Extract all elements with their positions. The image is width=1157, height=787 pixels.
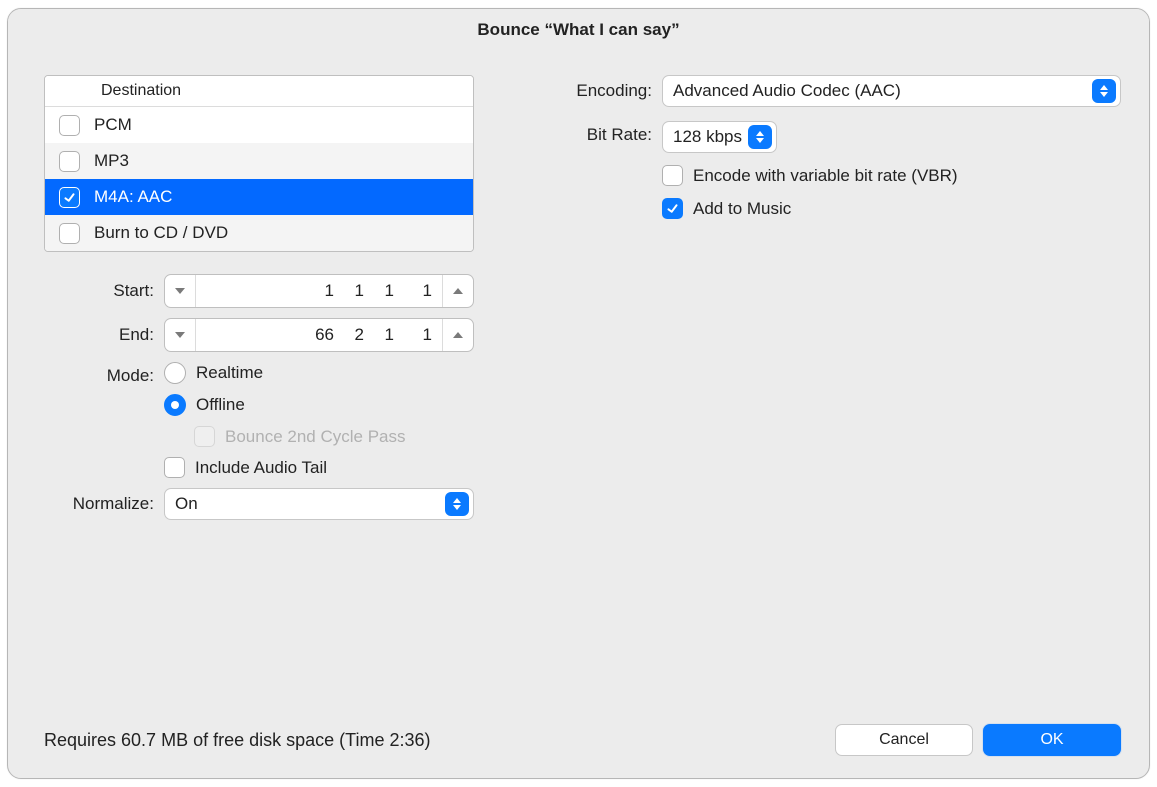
checkmark-icon (63, 191, 76, 204)
checkmark-icon (666, 202, 679, 215)
destination-checkbox[interactable] (59, 115, 80, 136)
destination-checkbox[interactable] (59, 151, 80, 172)
start-position-stepper[interactable]: 1 1 1 1 (164, 274, 474, 308)
ok-button[interactable]: OK (983, 724, 1121, 756)
start-decrement-button[interactable] (165, 275, 195, 307)
destination-row[interactable]: PCM (45, 107, 473, 143)
add-to-music-checkbox[interactable] (662, 198, 683, 219)
chevron-down-icon (175, 332, 185, 338)
chevron-up-icon (453, 288, 463, 294)
bounce-second-pass-checkbox (194, 426, 215, 447)
destination-listbox[interactable]: Destination PCM MP3 M4A: AAC Burn to CD / D… (44, 75, 474, 252)
popup-arrows-icon (748, 125, 772, 149)
chevron-down-icon (175, 288, 185, 294)
add-to-music-label: Add to Music (693, 199, 791, 219)
popup-arrows-icon (445, 492, 469, 516)
encoding-popup[interactable]: Advanced Audio Codec (AAC) (662, 75, 1121, 107)
start-increment-button[interactable] (443, 275, 473, 307)
destination-row[interactable]: M4A: AAC (45, 179, 473, 215)
include-audio-tail-label: Include Audio Tail (195, 458, 327, 478)
encoding-label: Encoding: (522, 81, 662, 101)
mode-realtime-label: Realtime (196, 363, 263, 383)
mode-label: Mode: (44, 362, 164, 386)
dialog-title: Bounce “What I can say” (8, 9, 1149, 51)
end-increment-button[interactable] (443, 319, 473, 351)
end-value[interactable]: 66 2 1 1 (196, 325, 442, 345)
bitrate-popup[interactable]: 128 kbps (662, 121, 777, 153)
bitrate-label: Bit Rate: (522, 121, 662, 145)
destination-row[interactable]: Burn to CD / DVD (45, 215, 473, 251)
start-label: Start: (44, 281, 164, 301)
destination-label: Burn to CD / DVD (94, 223, 228, 243)
include-audio-tail-checkbox[interactable] (164, 457, 185, 478)
destination-checkbox[interactable] (59, 187, 80, 208)
mode-offline-label: Offline (196, 395, 245, 415)
popup-arrows-icon (1092, 79, 1116, 103)
destination-label: MP3 (94, 151, 129, 171)
destination-checkbox[interactable] (59, 223, 80, 244)
end-label: End: (44, 325, 164, 345)
destination-label: M4A: AAC (94, 187, 172, 207)
chevron-up-icon (453, 332, 463, 338)
destination-label: PCM (94, 115, 132, 135)
start-value[interactable]: 1 1 1 1 (196, 281, 442, 301)
disk-space-status: Requires 60.7 MB of free disk space (Tim… (44, 730, 825, 751)
bounce-dialog: Bounce “What I can say” Destination PCM M… (7, 8, 1150, 779)
destination-row[interactable]: MP3 (45, 143, 473, 179)
end-decrement-button[interactable] (165, 319, 195, 351)
vbr-checkbox[interactable] (662, 165, 683, 186)
normalize-label: Normalize: (44, 494, 164, 514)
bitrate-value: 128 kbps (673, 127, 742, 147)
bounce-second-pass-label: Bounce 2nd Cycle Pass (225, 427, 406, 447)
cancel-button[interactable]: Cancel (835, 724, 973, 756)
end-position-stepper[interactable]: 66 2 1 1 (164, 318, 474, 352)
encoding-value: Advanced Audio Codec (AAC) (673, 81, 1086, 101)
vbr-label: Encode with variable bit rate (VBR) (693, 166, 958, 186)
destination-header: Destination (45, 76, 473, 107)
normalize-popup[interactable]: On (164, 488, 474, 520)
mode-realtime-radio[interactable] (164, 362, 186, 384)
mode-offline-radio[interactable] (164, 394, 186, 416)
normalize-value: On (175, 494, 439, 514)
